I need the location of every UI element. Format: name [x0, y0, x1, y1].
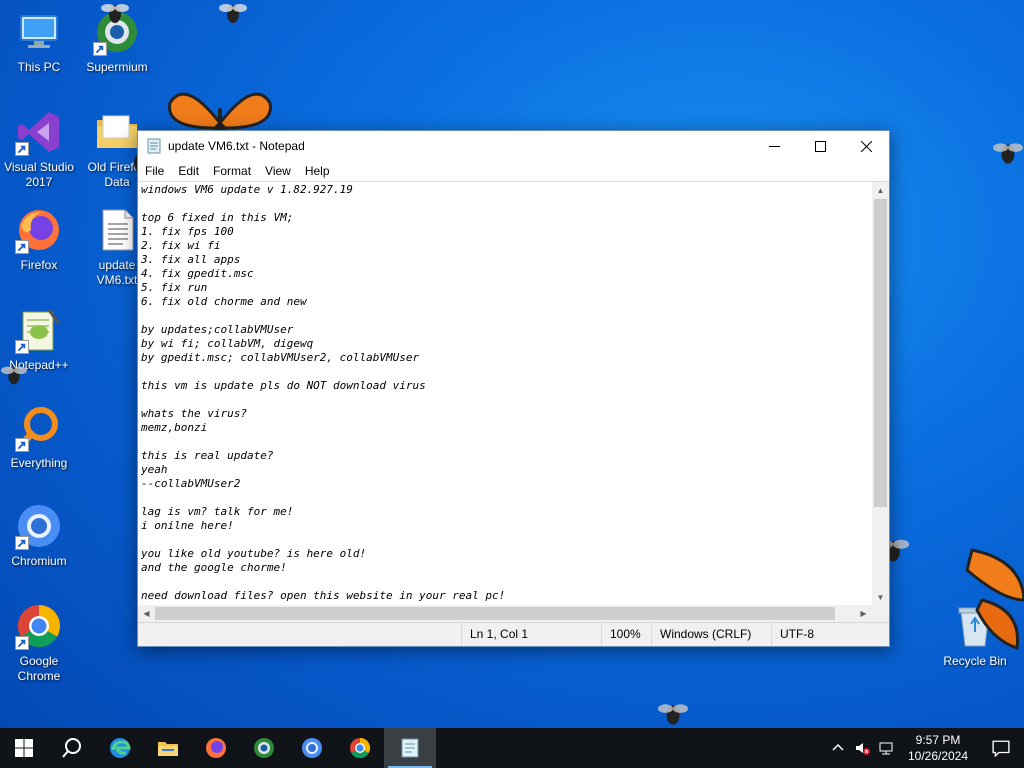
fly-decoration [993, 143, 1023, 164]
desktop-icon-firefox[interactable]: Firefox [0, 206, 78, 273]
desktop-icon-everything[interactable]: Everything [0, 404, 78, 471]
desktop-icon-label: This PC [17, 60, 61, 74]
desktop-icon-label: Google Chrome [17, 654, 61, 683]
visual-studio-icon [15, 108, 63, 156]
chevron-up-icon [832, 743, 844, 751]
show-hidden-icons-button[interactable] [826, 728, 850, 768]
network-icon [879, 742, 893, 755]
scroll-up-icon[interactable]: ▲ [872, 182, 889, 199]
minimize-icon [768, 145, 780, 147]
shortcut-arrow-icon [15, 636, 29, 650]
start-button[interactable] [0, 728, 48, 768]
file-explorer-icon [158, 742, 178, 756]
status-bar: Ln 1, Col 1 100% Windows (CRLF) UTF-8 [138, 622, 889, 646]
start-icon [15, 739, 33, 757]
vertical-scrollbar[interactable]: ▲ ▼ [872, 182, 889, 606]
desktop-icon-this-pc[interactable]: This PC [0, 8, 78, 75]
fly-decoration [657, 704, 689, 725]
menu-help[interactable]: Help [298, 161, 337, 181]
taskbar-notepad[interactable] [384, 728, 436, 768]
search-button[interactable] [48, 728, 96, 768]
notepad-window[interactable]: update VM6.txt - Notepad File Edit Forma… [137, 130, 890, 647]
taskbar-file-explorer[interactable] [144, 728, 192, 768]
notification-icon [992, 740, 1010, 757]
shortcut-arrow-icon [93, 42, 107, 56]
encoding: UTF-8 [771, 623, 889, 646]
menu-format[interactable]: Format [206, 161, 258, 181]
maximize-icon [814, 140, 826, 152]
scroll-right-icon[interactable]: ▶ [855, 605, 872, 622]
chrome-icon [15, 602, 63, 650]
chrome-icon [350, 737, 371, 759]
text-editor[interactable]: windows VM6 update v 1.82.927.19 top 6 f… [138, 181, 889, 622]
taskbar: 9:57 PM 10/26/2024 [0, 728, 1024, 768]
clock[interactable]: 9:57 PM 10/26/2024 [898, 732, 978, 764]
menu-view[interactable]: View [258, 161, 298, 181]
notepad-icon [147, 138, 161, 154]
chromium-icon [302, 738, 322, 758]
search-icon [62, 738, 81, 758]
scroll-left-icon[interactable]: ◀ [138, 605, 155, 622]
desktop-icon-visual-studio[interactable]: Visual Studio 2017 [0, 108, 78, 190]
menu-file[interactable]: File [138, 161, 171, 181]
clock-time: 9:57 PM [915, 733, 961, 747]
maximize-button[interactable] [797, 131, 843, 161]
horizontal-scroll-thumb[interactable] [155, 607, 835, 620]
shortcut-arrow-icon [15, 438, 29, 452]
scroll-down-icon[interactable]: ▼ [872, 589, 889, 606]
shortcut-arrow-icon [15, 340, 29, 354]
taskbar-chrome[interactable] [336, 728, 384, 768]
desktop-icon-label: Visual Studio 2017 [4, 160, 74, 189]
supermium-icon [254, 738, 274, 758]
shortcut-arrow-icon [15, 536, 29, 550]
zoom-level: 100% [601, 623, 651, 646]
firefox-icon [206, 738, 226, 758]
fly-decoration [219, 4, 247, 23]
butterfly-decoration [965, 548, 1024, 650]
shortcut-arrow-icon [15, 142, 29, 156]
firefox-icon [15, 206, 63, 254]
editor-content[interactable]: windows VM6 update v 1.82.927.19 top 6 f… [141, 183, 872, 605]
fly-decoration [101, 4, 129, 23]
taskbar-edge[interactable] [96, 728, 144, 768]
menu-edit[interactable]: Edit [171, 161, 206, 181]
close-icon [860, 140, 872, 152]
computer-icon [15, 8, 63, 56]
taskbar-supermium[interactable] [240, 728, 288, 768]
edge-icon [110, 738, 131, 758]
text-file-icon [93, 206, 141, 254]
notepad-icon [401, 738, 419, 758]
close-button[interactable] [843, 131, 889, 161]
notepad-plus-plus-icon [15, 306, 63, 354]
taskbar-chromium[interactable] [288, 728, 336, 768]
vertical-scroll-thumb[interactable] [874, 199, 887, 507]
menu-bar: File Edit Format View Help [138, 161, 889, 181]
network-button[interactable] [874, 728, 898, 768]
scroll-corner [872, 605, 889, 622]
desktop-icon-label: Recycle Bin [943, 654, 1007, 668]
desktop-icon-google-chrome[interactable]: Google Chrome [0, 602, 78, 684]
shortcut-arrow-icon [15, 240, 29, 254]
window-title: update VM6.txt - Notepad [168, 139, 305, 153]
system-tray: 9:57 PM 10/26/2024 [826, 728, 1024, 768]
horizontal-scrollbar[interactable]: ◀ ▶ [138, 605, 872, 622]
desktop-icon-chromium[interactable]: Chromium [0, 502, 78, 569]
chromium-icon [15, 502, 63, 550]
notification-center-button[interactable] [978, 739, 1024, 757]
fly-decoration [0, 366, 28, 385]
clock-date: 10/26/2024 [907, 749, 969, 763]
volume-muted-icon [856, 743, 870, 755]
taskbar-firefox[interactable] [192, 728, 240, 768]
cursor-position: Ln 1, Col 1 [461, 623, 601, 646]
title-bar[interactable]: update VM6.txt - Notepad [138, 131, 889, 161]
everything-search-icon [15, 404, 63, 452]
minimize-button[interactable] [751, 131, 797, 161]
volume-button[interactable] [850, 728, 874, 768]
line-endings: Windows (CRLF) [651, 623, 771, 646]
